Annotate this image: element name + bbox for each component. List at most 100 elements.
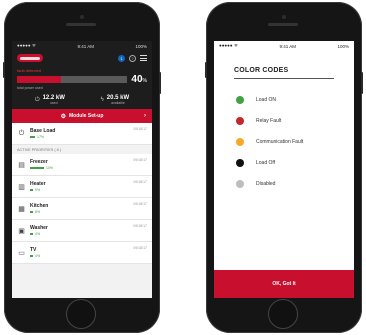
help-icon[interactable]: ? [129, 54, 136, 62]
color-code-label: Disabled [256, 180, 276, 187]
priority-row[interactable]: ▦ Kitchen 8% 09/18/17 [12, 198, 152, 220]
status-dot-icon [236, 158, 244, 167]
color-codes-screen: ●●●●● ᯤ 9:41 AM 100% COLOR CODES Load ON… [214, 41, 354, 298]
priority-name: TV [30, 247, 37, 253]
priority-date: 09/18/17 [133, 180, 147, 184]
notification-badge[interactable]: 1 [118, 54, 125, 62]
power-button [159, 72, 161, 94]
chevron-right-icon: › [144, 113, 146, 119]
app-header: 1 ? [12, 51, 152, 65]
power-usage-fill [17, 76, 62, 83]
priority-name: Kitchen [30, 203, 49, 209]
priority-row[interactable]: ▥ Heater 9% 09/18/17 [12, 176, 152, 198]
status-time: 9:41 AM [77, 43, 94, 49]
priority-row[interactable]: ▭ TV 4% 09/18/17 [12, 242, 152, 264]
priority-name: Freezer [30, 159, 48, 165]
volume-button [205, 62, 207, 78]
freezer-icon: ▤ [18, 161, 25, 169]
priority-bar [30, 167, 44, 169]
available-label: available [111, 101, 125, 105]
priority-percent: 9% [35, 188, 41, 192]
ok-got-it-button[interactable]: OK, Got It [214, 270, 354, 298]
priority-percent: 10% [46, 166, 54, 170]
base-load-name: Base Load [30, 128, 56, 134]
priority-date: 09/18/17 [133, 246, 147, 250]
speaker [268, 23, 298, 26]
battery-level: 100% [135, 43, 147, 49]
power-usage-bar [17, 76, 128, 83]
priority-date: 09/18/17 [133, 158, 147, 162]
power-percent: 40% [131, 74, 147, 85]
speaker [66, 23, 96, 26]
base-load-percent: 17% [37, 135, 45, 139]
color-code-item: Communication Fault [236, 131, 354, 152]
power-button [361, 72, 363, 94]
priority-bar [30, 211, 33, 213]
status-dot-icon [236, 137, 244, 146]
carrier-signal: ●●●●● ᯤ [17, 43, 36, 48]
color-code-label: Load ON [256, 96, 277, 103]
color-code-item: Load ON [236, 89, 354, 110]
brand-logo [17, 54, 43, 62]
priority-date: 09/18/17 [133, 224, 147, 228]
camera [282, 15, 286, 19]
status-dot-icon [236, 116, 244, 125]
priority-bar [30, 233, 33, 235]
color-codes-title: COLOR CODES [234, 67, 289, 74]
priority-list: ▤ Freezer 10% 09/18/17 ▥ Heater 9% 09/18/17 ▦ Kit… [12, 154, 152, 264]
total-power-label: total power used [17, 86, 43, 90]
status-bar: ●●●●● ᯤ 9:41 AM 100% [12, 41, 152, 51]
base-load-icon: ⏻ [18, 129, 25, 137]
color-code-label: Relay Fault [256, 117, 282, 124]
left-phone: ●●●●● ᯤ 9:41 AM 100% 1 ? fault detected … [3, 2, 161, 333]
power-summary: fault detected 40% total power used ⏻ 12… [12, 65, 152, 109]
status-dot-icon [236, 95, 244, 104]
color-code-item: Disabled [236, 173, 354, 194]
status-bar: ●●●●● ᯤ 9:41 AM 100% [214, 41, 354, 51]
bolt-icon: ϟ [100, 97, 104, 103]
kitchen-icon: ▦ [18, 205, 25, 213]
priority-percent: 4% [35, 232, 41, 236]
priority-name: Washer [30, 225, 48, 231]
carrier-signal: ●●●●● ᯤ [219, 43, 238, 48]
module-setup-label: Module Set-up [68, 113, 104, 119]
base-load-date: 09/18/17 [133, 127, 147, 131]
app-screen: ●●●●● ᯤ 9:41 AM 100% 1 ? fault detected … [12, 41, 152, 298]
priority-bar [30, 189, 33, 191]
priority-row[interactable]: ▣ Washer 4% 09/18/17 [12, 220, 152, 242]
tv-icon: ▭ [18, 249, 25, 257]
color-code-label: Communication Fault [256, 138, 304, 145]
priority-date: 09/18/17 [133, 202, 147, 206]
title-divider [234, 78, 334, 79]
home-button[interactable] [268, 299, 298, 329]
right-phone: ●●●●● ᯤ 9:41 AM 100% COLOR CODES Load ON… [205, 2, 363, 333]
priority-percent: 4% [35, 254, 41, 258]
hamburger-menu-icon[interactable] [140, 55, 147, 61]
volume-button [3, 62, 5, 78]
priority-name: Heater [30, 181, 46, 187]
battery-level: 100% [337, 43, 349, 49]
plug-icon: ⏻ [34, 96, 40, 103]
priority-percent: 8% [35, 210, 41, 214]
used-label: used [49, 101, 58, 105]
available-stat: ϟ 20.5 kW available [101, 95, 130, 105]
status-dot-icon [236, 179, 244, 188]
camera [80, 15, 84, 19]
gear-icon: ⚙ [60, 113, 66, 120]
priority-bar [30, 255, 33, 257]
washer-icon: ▣ [18, 227, 25, 235]
base-load-bar [30, 136, 35, 138]
color-code-label: Load Off [256, 159, 276, 166]
home-button[interactable] [66, 299, 96, 329]
active-priorities-heading: ACTIVE PRIORITIES ( 8 ) [12, 145, 152, 154]
priority-row[interactable]: ▤ Freezer 10% 09/18/17 [12, 154, 152, 176]
status-time: 9:41 AM [279, 43, 296, 49]
module-setup-button[interactable]: ⚙ Module Set-up › [12, 109, 152, 123]
color-code-item: Load Off [236, 152, 354, 173]
base-load-row[interactable]: ⏻ Base Load 17% 09/18/17 [12, 123, 152, 145]
fault-label: fault detected [17, 68, 42, 73]
color-code-list: Load ON Relay Fault Communication Fault Loa… [214, 89, 354, 194]
heater-icon: ▥ [18, 183, 25, 191]
used-stat: ⏻ 12.2 kW used [35, 95, 65, 105]
color-code-item: Relay Fault [236, 110, 354, 131]
